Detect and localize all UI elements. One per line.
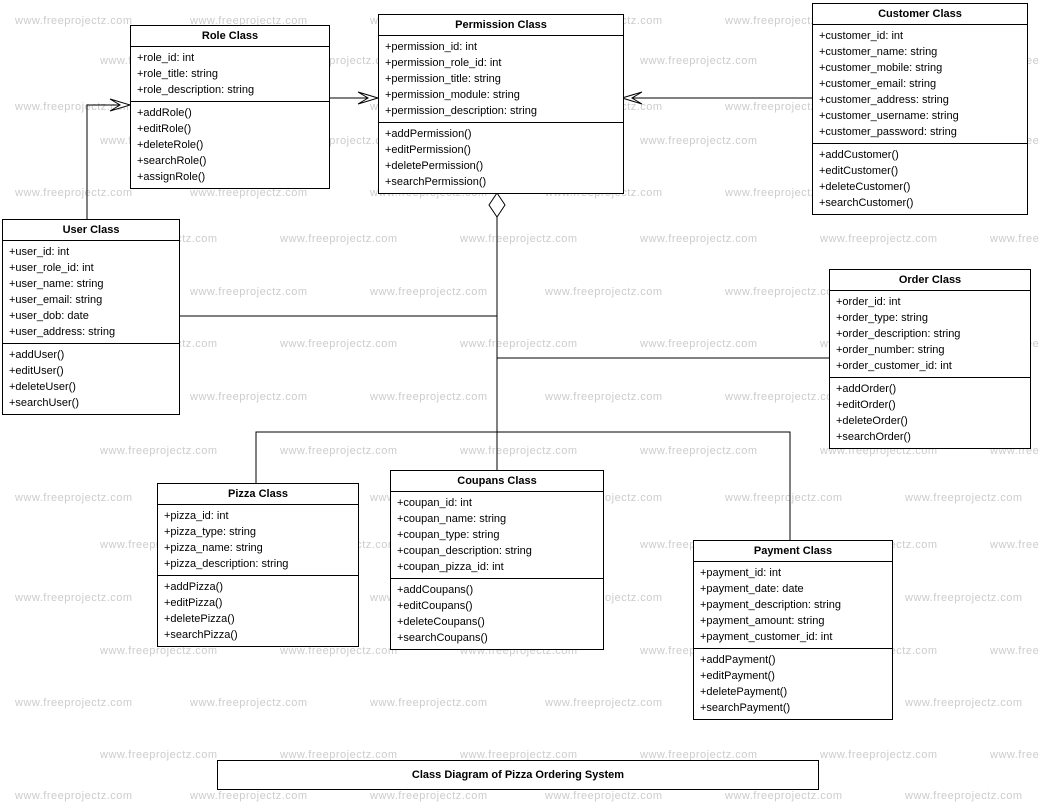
attributes: +user_id: int+user_role_id: int+user_nam… bbox=[3, 241, 179, 344]
attributes: +customer_id: int+customer_name: string+… bbox=[813, 25, 1027, 144]
class-title: Coupans Class bbox=[391, 471, 603, 492]
class-payment: Payment Class +payment_id: int+payment_d… bbox=[693, 540, 893, 720]
operations: +addOrder()+editOrder()+deleteOrder()+se… bbox=[830, 378, 1030, 448]
operations: +addCustomer()+editCustomer()+deleteCust… bbox=[813, 144, 1027, 214]
attributes: +payment_id: int+payment_date: date+paym… bbox=[694, 562, 892, 649]
class-title: Order Class bbox=[830, 270, 1030, 291]
class-title: User Class bbox=[3, 220, 179, 241]
class-coupans: Coupans Class +coupan_id: int+coupan_nam… bbox=[390, 470, 604, 650]
class-customer: Customer Class +customer_id: int+custome… bbox=[812, 3, 1028, 215]
diagram-caption: Class Diagram of Pizza Ordering System bbox=[217, 760, 819, 790]
class-pizza: Pizza Class +pizza_id: int+pizza_type: s… bbox=[157, 483, 359, 647]
operations: +addRole()+editRole()+deleteRole()+searc… bbox=[131, 102, 329, 188]
class-user: User Class +user_id: int+user_role_id: i… bbox=[2, 219, 180, 415]
attributes: +order_id: int+order_type: string+order_… bbox=[830, 291, 1030, 378]
operations: +addUser()+editUser()+deleteUser()+searc… bbox=[3, 344, 179, 414]
class-title: Payment Class bbox=[694, 541, 892, 562]
attributes: +permission_id: int+permission_role_id: … bbox=[379, 36, 623, 123]
attributes: +role_id: int+role_title: string+role_de… bbox=[131, 47, 329, 102]
attributes: +coupan_id: int+coupan_name: string+coup… bbox=[391, 492, 603, 579]
class-title: Pizza Class bbox=[158, 484, 358, 505]
diagram-canvas: // generate watermark grid directly for … bbox=[0, 0, 1040, 804]
class-title: Role Class bbox=[131, 26, 329, 47]
attributes: +pizza_id: int+pizza_type: string+pizza_… bbox=[158, 505, 358, 576]
class-role: Role Class +role_id: int+role_title: str… bbox=[130, 25, 330, 189]
class-order: Order Class +order_id: int+order_type: s… bbox=[829, 269, 1031, 449]
operations: +addPermission()+editPermission()+delete… bbox=[379, 123, 623, 193]
class-permission: Permission Class +permission_id: int+per… bbox=[378, 14, 624, 194]
operations: +addPizza()+editPizza()+deletePizza()+se… bbox=[158, 576, 358, 646]
class-title: Permission Class bbox=[379, 15, 623, 36]
operations: +addPayment()+editPayment()+deletePaymen… bbox=[694, 649, 892, 719]
class-title: Customer Class bbox=[813, 4, 1027, 25]
operations: +addCoupans()+editCoupans()+deleteCoupan… bbox=[391, 579, 603, 649]
